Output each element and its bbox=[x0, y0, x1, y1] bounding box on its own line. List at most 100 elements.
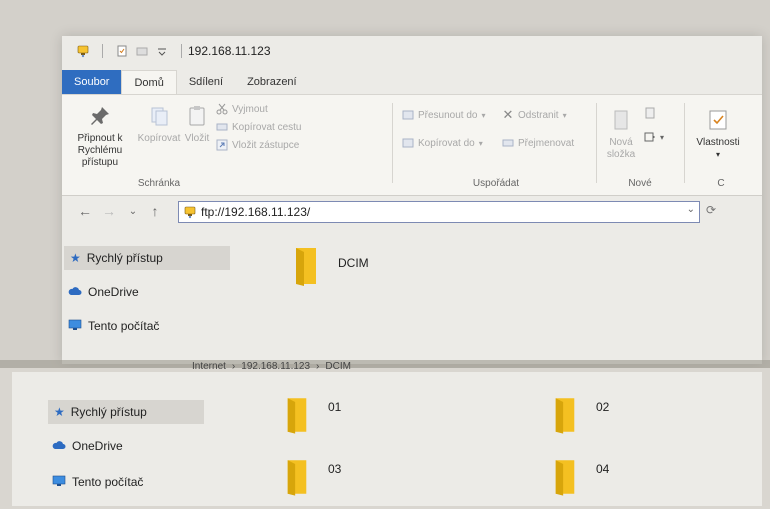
new-folder-icon-large bbox=[608, 107, 634, 133]
nav-item-label: OneDrive bbox=[88, 285, 139, 299]
tab-share[interactable]: Sdílení bbox=[177, 70, 235, 94]
tab-file[interactable]: Soubor bbox=[62, 70, 122, 94]
explorer-window-dcim: Internet › 192.168.11.123 › DCIM ★ Rychl… bbox=[12, 361, 762, 506]
easy-access-icon bbox=[644, 131, 656, 143]
folder-name: 04 bbox=[596, 462, 610, 476]
copy-icon bbox=[146, 103, 172, 129]
pin-icon bbox=[87, 103, 113, 129]
scissors-icon bbox=[216, 103, 228, 115]
pc-icon bbox=[52, 475, 66, 490]
folder-icon bbox=[284, 458, 310, 496]
refresh-icon[interactable]: ⟳ bbox=[706, 203, 716, 217]
explorer-window: 192.168.11.123 Soubor Domů Sdílení Zobra… bbox=[62, 36, 762, 364]
folder-name: 03 bbox=[328, 462, 342, 476]
cloud-icon bbox=[68, 285, 82, 299]
paste-button[interactable]: Vložit bbox=[180, 103, 214, 145]
cloud-icon bbox=[52, 439, 66, 453]
nav-item-quick-access[interactable]: ★ Rychlý přístup bbox=[64, 246, 230, 270]
new-folder-icon[interactable] bbox=[135, 44, 149, 58]
pin-label: Připnout k Rychlému přístupu bbox=[77, 133, 123, 168]
ribbon: Připnout k Rychlému přístupu Kopírovat V… bbox=[62, 94, 762, 196]
folder-icon bbox=[284, 396, 310, 434]
rename-label: Přejmenovat bbox=[518, 137, 575, 149]
clipboard-group: Připnout k Rychlému přístupu Kopírovat V… bbox=[66, 101, 301, 190]
nav-item-label: Rychlý přístup bbox=[70, 405, 147, 419]
tab-home[interactable]: Domů bbox=[121, 70, 177, 94]
breadcrumb-item[interactable]: DCIM bbox=[325, 361, 351, 372]
properties-button[interactable]: Vlastnosti ▾ bbox=[690, 107, 746, 161]
folder-item[interactable]: 01 bbox=[284, 396, 341, 434]
folder-item[interactable]: 03 bbox=[284, 458, 341, 496]
quick-access-toolbar bbox=[76, 44, 188, 58]
copy-path-label: Kopírovat cestu bbox=[232, 121, 302, 133]
copy-to-label: Kopírovat do bbox=[418, 137, 475, 149]
rename-button[interactable]: Přejmenovat bbox=[502, 137, 574, 149]
star-icon: ★ bbox=[70, 251, 81, 265]
folder-icon bbox=[552, 396, 578, 434]
copy-to-button[interactable]: Kopírovat do ▾ bbox=[402, 137, 483, 149]
folder-item[interactable]: 02 bbox=[552, 396, 609, 434]
recent-locations-icon[interactable]: ⌄ bbox=[124, 202, 142, 220]
computer-network-icon bbox=[76, 44, 90, 58]
folder-icon bbox=[552, 458, 578, 496]
nav-item-label: Tento počítač bbox=[72, 475, 144, 489]
cut-button[interactable]: Vyjmout bbox=[216, 103, 268, 115]
easy-access-button[interactable]: ▾ bbox=[644, 131, 664, 143]
paste-icon bbox=[184, 103, 210, 129]
address-input[interactable]: ftp://192.168.11.123/ ⌄ bbox=[178, 201, 700, 223]
organize-group: Přesunout do ▾ Kopírovat do ▾ ✕ Odstrani… bbox=[398, 101, 594, 189]
new-folder-button[interactable]: Nová složka bbox=[602, 107, 640, 161]
network-location-icon bbox=[183, 205, 197, 219]
clipboard-group-label: Schránka bbox=[137, 178, 181, 189]
ribbon-tabs: Soubor Domů Sdílení Zobrazení bbox=[62, 70, 309, 94]
copy-path-button[interactable]: Kopírovat cestu bbox=[216, 121, 301, 133]
nav-item-this-pc[interactable]: Tento počítač bbox=[52, 470, 143, 494]
folder-name: 01 bbox=[328, 400, 342, 414]
nav-item-onedrive[interactable]: OneDrive bbox=[68, 280, 139, 304]
copy-to-icon bbox=[402, 137, 414, 149]
nav-item-label: Rychlý přístup bbox=[86, 251, 163, 265]
file-list-dcim: 01 02 03 04 bbox=[222, 390, 752, 500]
address-bar: ← → ⌄ ↑ ftp://192.168.11.123/ ⌄ ⟳ bbox=[62, 196, 762, 226]
nav-item-label: OneDrive bbox=[72, 439, 123, 453]
new-group: Nová složka ▾ Nové bbox=[600, 101, 680, 189]
tab-view[interactable]: Zobrazení bbox=[235, 70, 309, 94]
nav-item-onedrive[interactable]: OneDrive bbox=[52, 434, 123, 458]
delete-label: Odstranit bbox=[518, 109, 559, 121]
folder-name: DCIM bbox=[338, 256, 369, 270]
nav-item-quick-access[interactable]: ★ Rychlý přístup bbox=[48, 400, 204, 424]
open-group-label: C bbox=[717, 178, 725, 189]
properties-icon[interactable] bbox=[115, 44, 129, 58]
nav-item-label: Tento počítač bbox=[88, 319, 160, 333]
properties-large-icon bbox=[705, 107, 731, 133]
copy-path-icon bbox=[216, 121, 228, 133]
breadcrumb-item[interactable]: 192.168.11.123 bbox=[241, 361, 310, 372]
customize-arrow-icon[interactable] bbox=[155, 44, 169, 58]
up-arrow-icon[interactable]: ↑ bbox=[146, 202, 164, 220]
pin-quick-access-button[interactable]: Připnout k Rychlému přístupu bbox=[68, 103, 132, 169]
address-dropdown-icon[interactable]: ⌄ bbox=[687, 204, 695, 215]
move-to-icon bbox=[402, 109, 414, 121]
pc-icon bbox=[68, 319, 82, 334]
open-group: Vlastnosti ▾ C bbox=[686, 101, 756, 189]
navigation-pane-2: ★ Rychlý přístup OneDrive Tento počítač bbox=[46, 390, 216, 500]
forward-arrow-icon[interactable]: → bbox=[100, 202, 118, 220]
move-to-label: Přesunout do bbox=[418, 109, 478, 121]
organize-group-label: Uspořádat bbox=[472, 178, 520, 189]
breadcrumb-item[interactable]: Internet bbox=[192, 361, 226, 372]
delete-button[interactable]: ✕ Odstranit ▾ bbox=[502, 107, 567, 122]
folder-item[interactable]: 04 bbox=[552, 458, 609, 496]
back-arrow-icon[interactable]: ← bbox=[76, 202, 94, 220]
file-list: DCIM bbox=[232, 232, 762, 362]
properties-label: Vlastnosti bbox=[696, 137, 740, 148]
window-title: 192.168.11.123 bbox=[188, 44, 271, 58]
paste-shortcut-button[interactable]: Vložit zástupce bbox=[216, 139, 299, 151]
move-to-button[interactable]: Přesunout do ▾ bbox=[402, 109, 486, 121]
nav-item-this-pc[interactable]: Tento počítač bbox=[68, 314, 159, 338]
copy-label: Kopírovat bbox=[137, 133, 181, 144]
folder-item[interactable]: DCIM bbox=[292, 246, 369, 286]
new-item-button[interactable] bbox=[644, 107, 656, 119]
new-folder-label: Nová složka bbox=[606, 137, 636, 160]
title-bar: 192.168.11.123 bbox=[62, 36, 762, 66]
copy-button[interactable]: Kopírovat bbox=[136, 103, 182, 145]
